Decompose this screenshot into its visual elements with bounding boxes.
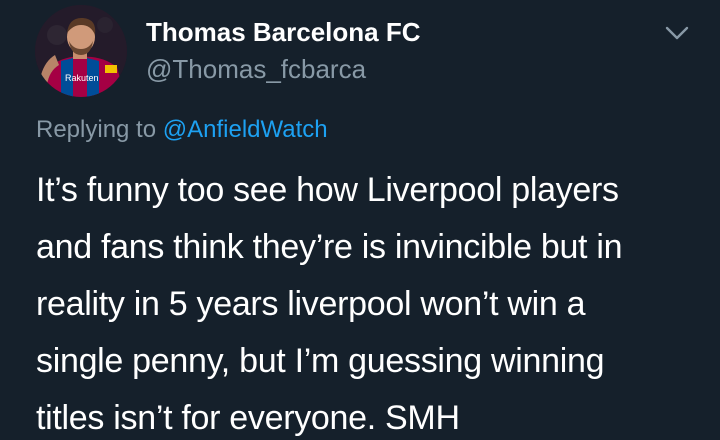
- tweet-text-line: titles isn’t for everyone. SMH: [36, 399, 460, 437]
- player-avatar-icon: Rakuten: [35, 5, 127, 97]
- tweet-text-line: It’s funny too see how Liverpool players: [36, 171, 619, 209]
- reply-mention-link[interactable]: @AnfieldWatch: [163, 116, 328, 143]
- tweet-text-line: reality in 5 years liverpool won’t win a: [36, 285, 586, 323]
- tweet-card: Rakuten Thomas Barcelona FC @Thomas_fcba…: [0, 0, 720, 440]
- svg-text:Rakuten: Rakuten: [65, 73, 99, 83]
- tweet-text: It’s funny too see how Liverpool players…: [36, 162, 696, 440]
- tweet-text-line: and fans think they’re is invincible but…: [36, 228, 623, 266]
- replying-to: Replying to @AnfieldWatch: [36, 116, 328, 144]
- tweet-text-line: single penny, but I’m guessing winning: [36, 342, 605, 380]
- user-avatar[interactable]: Rakuten: [35, 5, 127, 97]
- display-name[interactable]: Thomas Barcelona FC: [146, 17, 421, 48]
- chevron-down-icon[interactable]: [664, 24, 690, 42]
- user-handle[interactable]: @Thomas_fcbarca: [146, 54, 366, 85]
- replying-to-label: Replying to: [36, 116, 157, 143]
